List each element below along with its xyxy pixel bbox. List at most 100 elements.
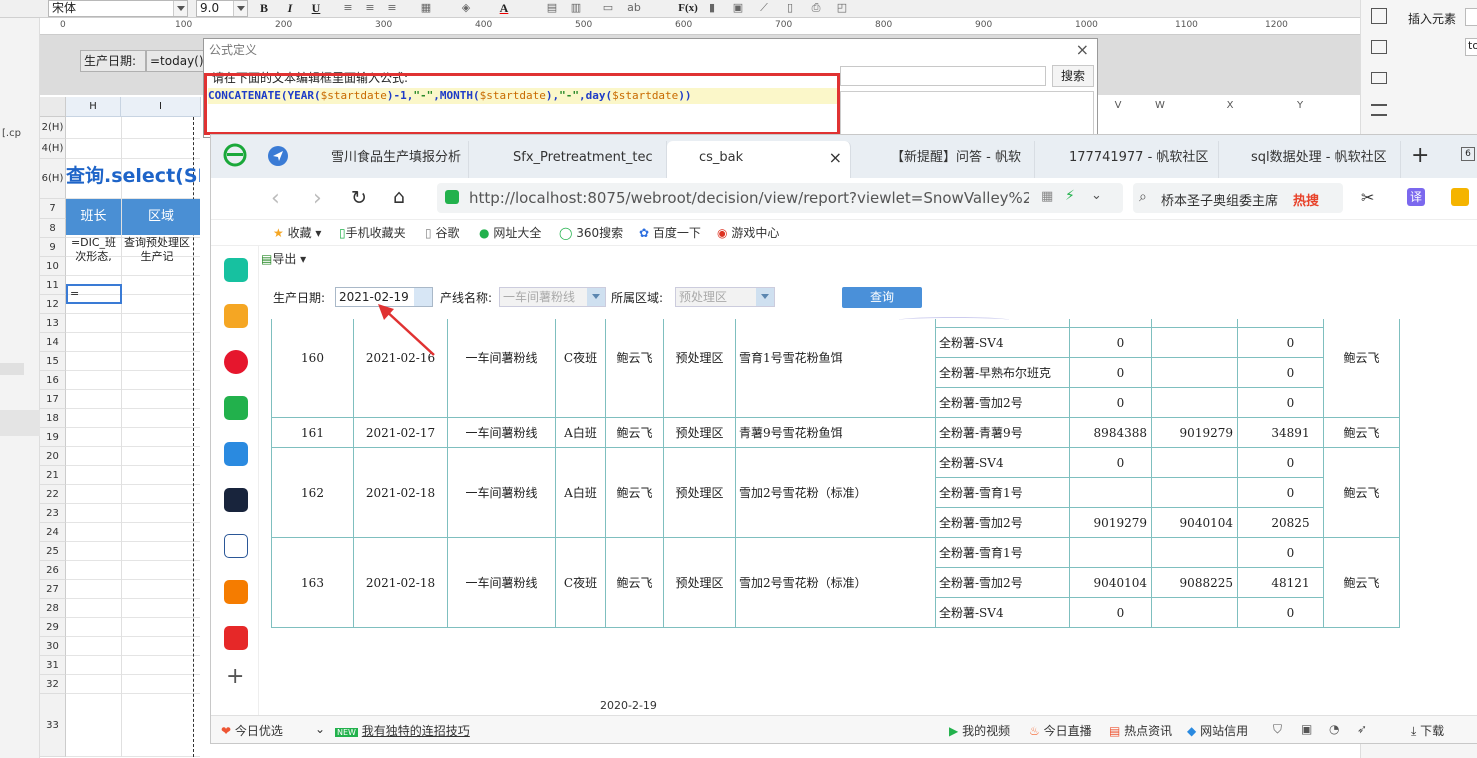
bookmark-baidu[interactable]: ✿ 百度一下 [639,224,701,241]
rocket-icon[interactable]: ➶ [1357,722,1367,736]
tab-sql-processing[interactable]: sql数据处理 - 帆软社区 [1223,141,1401,178]
bookmark-google[interactable]: ▯ 谷歌 [425,224,459,241]
pane-tab[interactable] [0,410,40,436]
download-button[interactable]: ⤓ 下载 [1411,722,1444,739]
pdf-icon[interactable] [224,442,248,466]
bookmark-games[interactable]: ◉ 游戏中心 [717,224,779,241]
row-header[interactable]: 4(H) [40,139,66,159]
shield-icon[interactable]: ⛉ [1273,722,1282,737]
search-field[interactable]: ⌕ 桥本圣子奥组委主席 热搜 [1133,183,1343,213]
shop-icon[interactable] [224,626,248,650]
clover-icon[interactable] [224,258,248,282]
bookmark-favorites[interactable]: ★ 收藏 ▾ [273,224,321,241]
class-app-icon[interactable] [224,488,248,512]
row-header[interactable]: 16 [40,371,66,390]
star-app-icon[interactable] [224,304,248,328]
refresh-icon[interactable]: ↻ [351,187,367,209]
home-icon[interactable]: ⌂ [393,186,405,208]
font-family-select[interactable]: 宋体 [48,0,188,17]
image-icon[interactable]: ▣ [730,1,746,16]
header-cell-shift-leader[interactable]: 班长 [66,199,121,235]
row-header[interactable]: 15 [40,352,66,371]
word-icon[interactable] [224,534,248,558]
column-header[interactable]: I [121,97,201,117]
row-header[interactable]: 11 [40,276,66,295]
image-icon[interactable]: ▣ [1301,722,1312,736]
line-select[interactable]: 一车间薯粉线 [499,287,606,307]
widget-icon[interactable] [1371,8,1387,24]
row-header[interactable]: 21 [40,466,66,485]
fill-color-icon[interactable]: ◈ [458,1,474,16]
underline-button[interactable]: U [308,1,324,16]
row-header[interactable]: 31 [40,656,66,675]
align-right-icon[interactable]: ≡ [384,1,400,16]
row-header[interactable]: 7 [40,199,66,219]
weibo-icon[interactable] [224,350,248,374]
link-icon[interactable]: ▭ [600,1,616,16]
square-icon[interactable] [1371,40,1387,54]
bookmark-mobile[interactable]: ▯手机收藏夹 [339,224,406,241]
slash-icon[interactable]: ⟋ [756,1,772,16]
tab-count-badge[interactable]: 6 [1461,147,1475,161]
back-icon[interactable]: ‹ [271,186,280,211]
row-header[interactable]: 6(H) [40,159,66,199]
border-icon[interactable]: ▦ [418,1,434,16]
row-header[interactable]: 28 [40,599,66,618]
formula-fx-button[interactable]: F(x) [676,1,700,16]
today-pick[interactable]: ❤ 今日优选 [221,722,283,739]
forward-icon[interactable]: › [313,186,322,211]
hot-news[interactable]: ▤ 热点资讯 [1109,722,1172,739]
font-size-select[interactable]: 9.0 [196,0,248,17]
row-header[interactable]: 14 [40,333,66,352]
url-field[interactable]: http://localhost:8075/webroot/decision/v… [437,183,1123,213]
mail-icon[interactable] [224,396,248,420]
collapse-handle[interactable] [0,363,24,375]
bookmark-hao360[interactable]: ● 网址大全 [479,224,541,241]
column-header[interactable]: H [66,97,121,117]
header-cell-area[interactable]: 区域 [122,199,200,235]
align-left-icon[interactable]: ≡ [340,1,356,16]
row-header[interactable]: 26 [40,561,66,580]
unmerge-icon[interactable]: ▥ [568,1,584,16]
row-header[interactable]: 33 [40,694,66,757]
font-color-icon[interactable]: A [496,1,512,16]
row-header[interactable]: 8 [40,219,66,238]
query-button[interactable]: 查询 [842,287,922,308]
tab-fanruan-qa[interactable]: 【新提醒】问答 - 帆软 [861,141,1035,178]
live-today[interactable]: ♨ 今日直播 [1029,722,1092,739]
tab-report-analysis[interactable]: 雪川食品生产填报分析 [303,141,469,178]
row-header[interactable]: 13 [40,314,66,333]
row-header[interactable]: 25 [40,542,66,561]
list-icon[interactable] [1371,104,1387,116]
row-header[interactable]: 29 [40,618,66,637]
navigate-icon[interactable] [267,145,289,167]
data-cell-query[interactable]: 查询预处理区生产记 [122,236,192,266]
box-icon[interactable] [1371,72,1387,84]
novel-icon[interactable] [224,580,248,604]
function-list[interactable] [840,91,1094,135]
grid-corner[interactable] [40,97,66,117]
selected-cell[interactable]: = [66,284,122,304]
my-video[interactable]: ▶ 我的视频 [949,722,1010,739]
insert-element-input-top[interactable] [1465,8,1477,26]
frame-icon[interactable]: ◰ [834,1,850,16]
qr-icon[interactable]: ▦ [1041,189,1053,204]
search-button[interactable]: 搜索 [1052,65,1094,87]
data-cell-dic[interactable]: =DIC_班次形态, [66,236,121,266]
status-chevron-icon[interactable]: ⌄ [315,722,325,736]
bold-button[interactable]: B [256,1,272,16]
translate-button[interactable]: 译 [1407,188,1425,206]
row-header[interactable]: 20 [40,447,66,466]
text-ab-button[interactable]: ab [624,1,644,16]
formula-search-input[interactable] [840,66,1046,86]
tab-cs-bak-active[interactable]: cs_bak × [667,141,851,178]
row-header[interactable]: 30 [40,637,66,656]
row-header[interactable]: 19 [40,428,66,447]
row-header[interactable]: 18 [40,409,66,428]
new-tab-icon[interactable]: + [1411,143,1429,168]
export-button[interactable]: ▤导出 ▾ [261,250,306,267]
bookmark-360search[interactable]: ◯ 360搜索 [559,224,623,241]
row-header[interactable]: 17 [40,390,66,409]
page-icon[interactable]: ▯ [782,1,798,16]
tab-fanruan-community[interactable]: 177741977 - 帆软社区 [1043,141,1219,178]
